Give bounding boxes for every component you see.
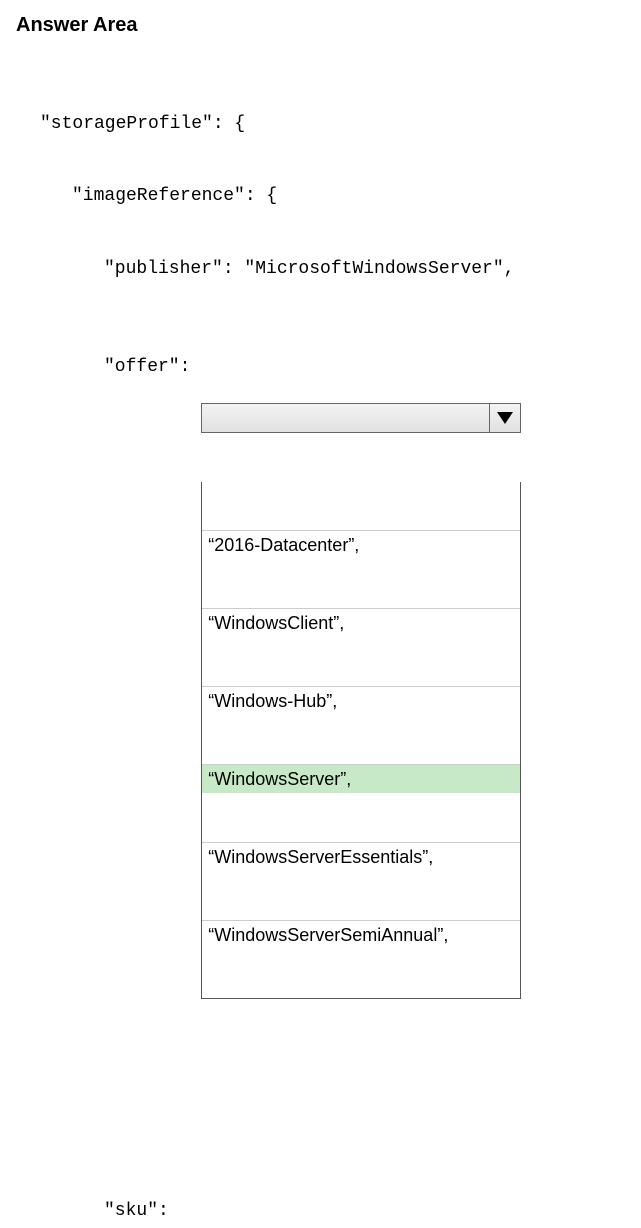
code-key-sku: "sku": — [104, 1199, 169, 1223]
offer-dropdown-value — [202, 404, 489, 432]
chevron-down-icon — [489, 404, 520, 432]
code-line: "imageReference": { — [72, 184, 625, 208]
offer-option[interactable]: “2016-Datacenter”, — [202, 530, 520, 559]
offer-option[interactable]: “WindowsServer”, — [202, 764, 520, 793]
code-line: "storageProfile": { — [40, 112, 625, 136]
code-key-offer: "offer": — [104, 355, 190, 379]
offer-dropdown[interactable] — [201, 403, 521, 433]
offer-options-list: “2016-Datacenter”, “WindowsClient”, “Win… — [201, 482, 521, 999]
code-line: "publisher": "MicrosoftWindowsServer", — [104, 257, 625, 281]
page-title: Answer Area — [16, 12, 625, 39]
offer-option[interactable]: “Windows-Hub”, — [202, 686, 520, 715]
offer-option[interactable]: “WindowsClient”, — [202, 608, 520, 637]
offer-option[interactable]: “WindowsServerEssentials”, — [202, 842, 520, 871]
offer-option[interactable]: “WindowsServerSemiAnnual”, — [202, 920, 520, 949]
